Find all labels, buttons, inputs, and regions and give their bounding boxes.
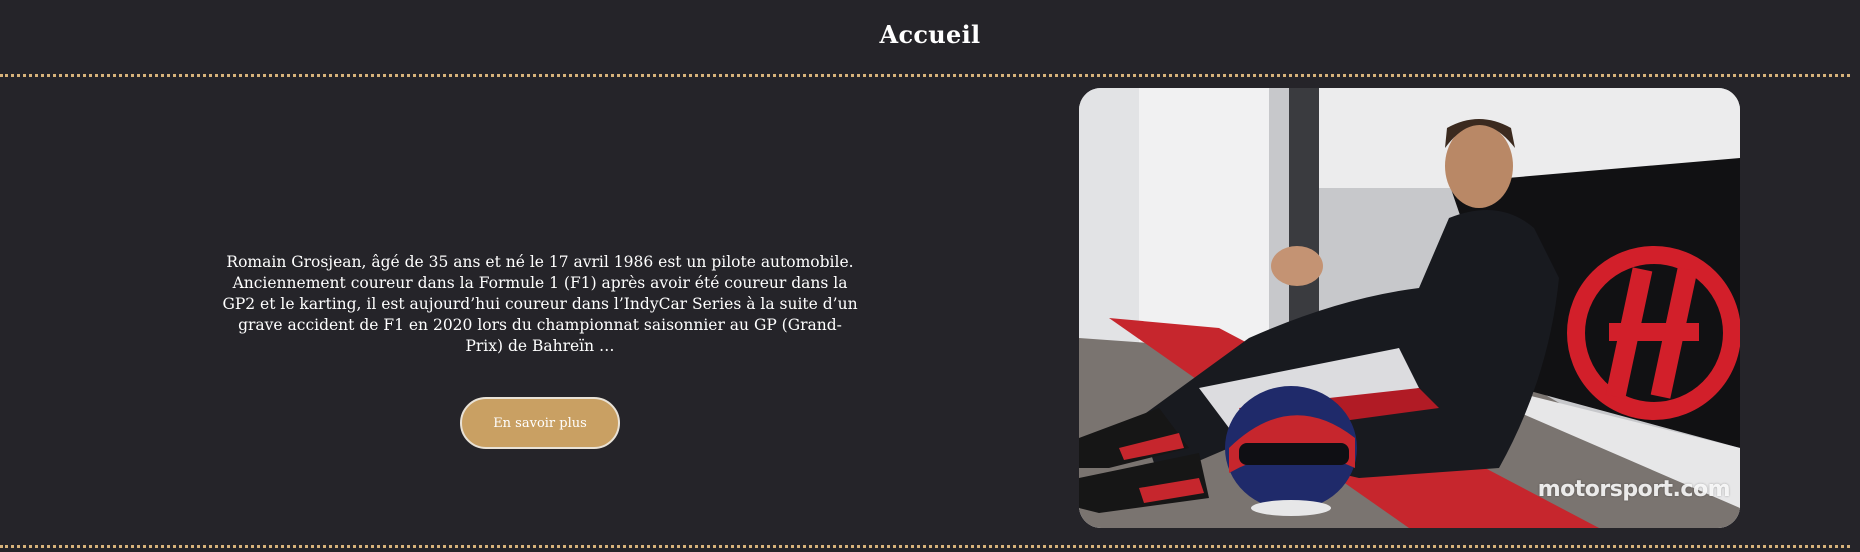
top-dotted-divider [0,74,1850,77]
intro-paragraph: Romain Grosjean, âgé de 35 ans et né le … [222,253,858,355]
driver-photo-illustration [1079,88,1740,528]
home-page: Accueil Romain Grosjean, âgé de 35 ans e… [0,0,1860,552]
photo-watermark: motorsport.com [1537,477,1731,502]
page-title: Accueil [879,20,981,49]
driver-photo: motorsport.com [1079,88,1740,528]
bottom-dotted-divider [0,545,1850,548]
learn-more-button[interactable]: En savoir plus [460,397,620,449]
